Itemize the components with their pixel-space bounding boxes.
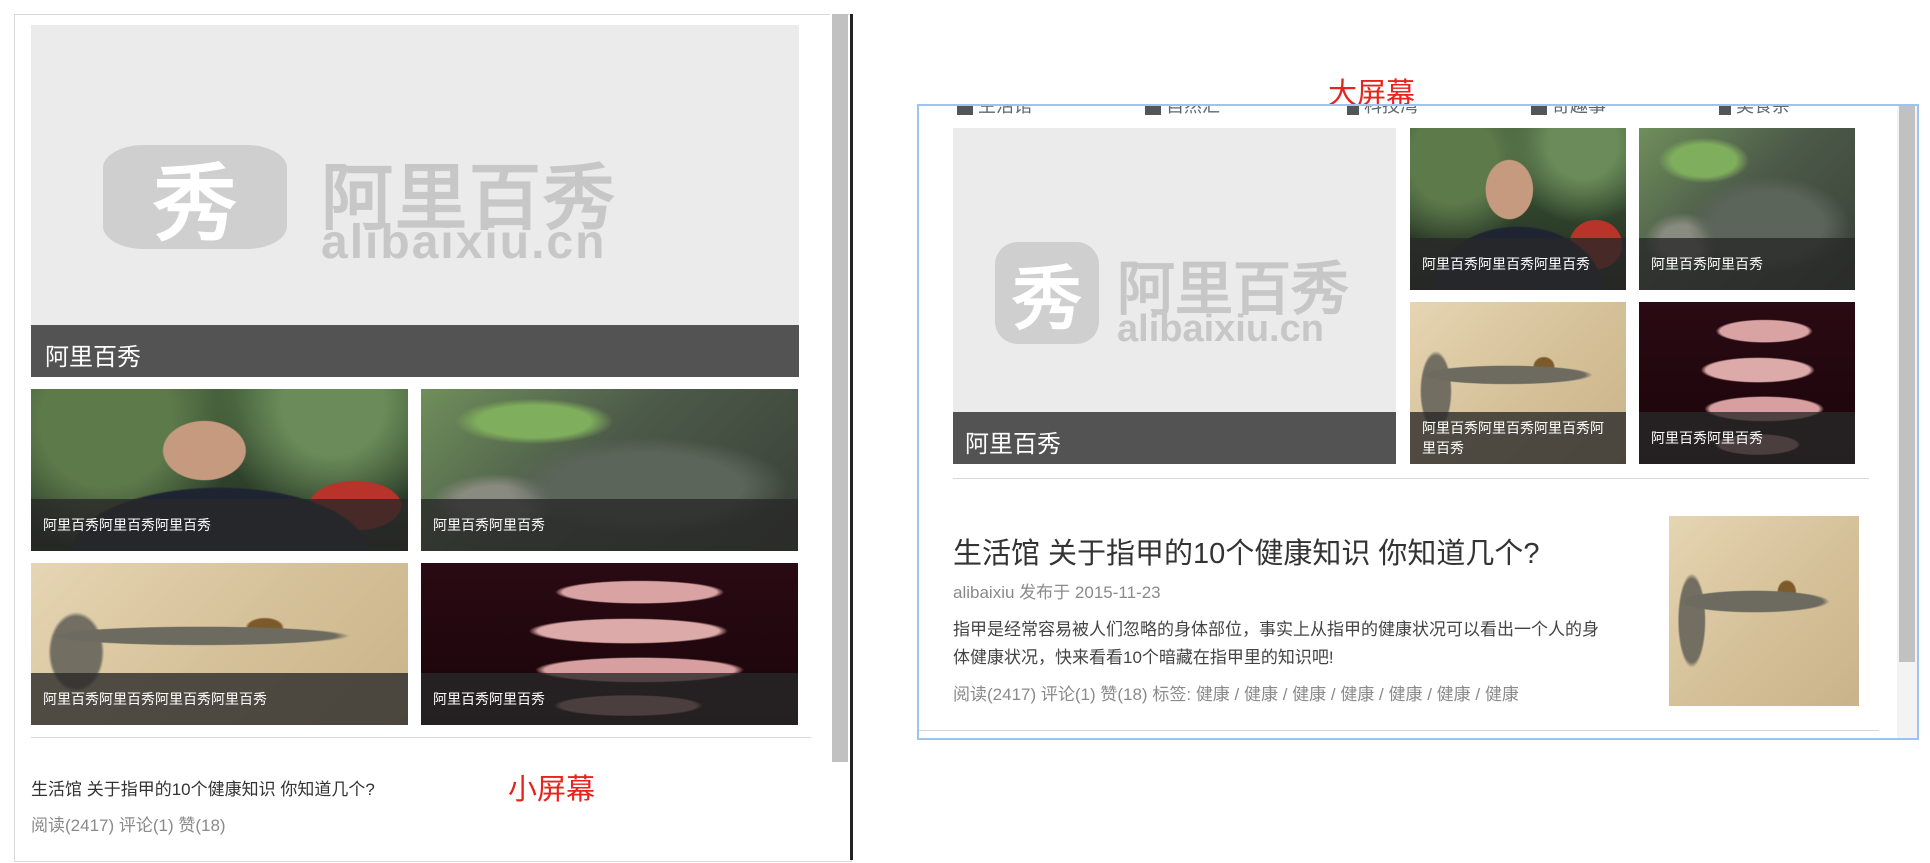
large-scrollbar-thumb[interactable] xyxy=(1899,106,1915,662)
logo-brand-en: alibaixiu.cn xyxy=(321,216,607,269)
article-stats: 阅读(2417) 评论(1) 赞(18) xyxy=(31,816,226,835)
logo-brand-en: alibaixiu.cn xyxy=(1117,308,1324,350)
divider xyxy=(919,730,1879,731)
small-screen-panel: 秀 阿里百秀 alibaixiu.cn 阿里百秀 阿里百秀阿里百秀阿里百秀 阿里… xyxy=(14,14,852,862)
excerpt-line: 指甲是经常容易被人们忽略的身体部位，事实上从指甲的健康状况可以看出一个人的身 xyxy=(953,620,1599,639)
featured-caption: 阿里百秀 xyxy=(953,412,1396,464)
published-label: 发布于 xyxy=(1019,583,1071,602)
tile-man-portrait[interactable]: 阿里百秀阿里百秀阿里百秀 xyxy=(31,389,408,551)
nav-icon xyxy=(1719,106,1731,116)
featured-logo-image[interactable]: 秀 阿里百秀 alibaixiu.cn 阿里百秀 xyxy=(31,25,799,377)
logo-emblem: 秀 xyxy=(103,145,287,253)
nav-item[interactable]: 奇趣事 xyxy=(1531,106,1606,116)
tile-caption: 阿里百秀阿里百秀 xyxy=(421,673,798,725)
tile-fingers[interactable]: 阿里百秀阿里百秀 xyxy=(421,563,798,725)
tile-snake[interactable]: 阿里百秀阿里百秀阿里百秀阿里百秀 xyxy=(1410,302,1626,464)
featured-caption: 阿里百秀 xyxy=(31,325,799,377)
tile-caption: 阿里百秀阿里百秀阿里百秀阿里百秀 xyxy=(1410,412,1626,464)
tags-label: 标签: xyxy=(1152,685,1192,704)
nav-icon xyxy=(1347,106,1359,116)
article-meta: alibaixiu 发布于 2015-11-23 xyxy=(953,578,1161,603)
tile-rock-landscape[interactable]: 阿里百秀阿里百秀 xyxy=(421,389,798,551)
nav-icon xyxy=(1145,106,1161,116)
nav-icon xyxy=(1531,106,1547,116)
tag-link[interactable]: 健康 xyxy=(1389,685,1423,704)
small-screen-label: 小屏幕 xyxy=(508,774,596,806)
tile-caption: 阿里百秀阿里百秀 xyxy=(1639,238,1855,290)
nav-icon xyxy=(957,106,973,116)
tag-link[interactable]: 健康 xyxy=(1437,685,1471,704)
tile-caption: 阿里百秀阿里百秀阿里百秀阿里百秀 xyxy=(31,673,408,725)
article-excerpt: 指甲是经常容易被人们忽略的身体部位，事实上从指甲的健康状况可以看出一个人的身 体… xyxy=(953,616,1653,672)
nav-item[interactable]: 自然汇 xyxy=(1145,106,1220,116)
tag-link[interactable]: 健康 xyxy=(1244,685,1278,704)
excerpt-line: 体健康状况，快来看看10个暗藏在指甲里的知识吧! xyxy=(953,648,1334,667)
article-author[interactable]: alibaixiu xyxy=(953,583,1014,602)
tile-caption: 阿里百秀阿里百秀 xyxy=(1639,412,1855,464)
article-stats-row: 阅读(2417) 评论(1) 赞(18) 标签: 健康 / 健康 / 健康 / … xyxy=(953,685,1519,704)
nav-item[interactable]: 生活馆 xyxy=(957,106,1032,116)
tile-caption: 阿里百秀阿里百秀 xyxy=(421,499,798,551)
tile-man-portrait[interactable]: 阿里百秀阿里百秀阿里百秀 xyxy=(1410,128,1626,290)
tag-link[interactable]: 健康 xyxy=(1340,685,1374,704)
tag-link[interactable]: 健康 xyxy=(1196,685,1230,704)
nav-item[interactable]: 美食杂 xyxy=(1719,106,1790,116)
large-screen-panel: 生活馆 自然汇 科技湾 奇趣事 美食杂 秀 阿里百秀 alibaixiu.cn … xyxy=(917,104,1919,740)
article-title[interactable]: 生活馆 关于指甲的10个健康知识 你知道几个? xyxy=(31,775,375,800)
tile-caption: 阿里百秀阿里百秀阿里百秀 xyxy=(31,499,408,551)
tile-caption: 阿里百秀阿里百秀阿里百秀 xyxy=(1410,238,1626,290)
tile-rock-landscape[interactable]: 阿里百秀阿里百秀 xyxy=(1639,128,1855,290)
tag-link[interactable]: 健康 xyxy=(1292,685,1326,704)
article-date: 2015-11-23 xyxy=(1074,583,1161,602)
featured-logo-image[interactable]: 秀 阿里百秀 alibaixiu.cn 阿里百秀 xyxy=(953,128,1396,464)
article-stats: 阅读(2417) 评论(1) 赞(18) xyxy=(953,685,1148,704)
divider xyxy=(953,478,1869,479)
tile-fingers[interactable]: 阿里百秀阿里百秀 xyxy=(1639,302,1855,464)
nav-item[interactable]: 科技湾 xyxy=(1347,106,1418,116)
small-window-edge xyxy=(850,14,853,860)
tile-snake[interactable]: 阿里百秀阿里百秀阿里百秀阿里百秀 xyxy=(31,563,408,725)
article-title[interactable]: 生活馆 关于指甲的10个健康知识 你知道几个? xyxy=(953,530,1540,572)
tag-link[interactable]: 健康 xyxy=(1485,685,1519,704)
logo-emblem: 秀 xyxy=(995,242,1099,344)
article-thumbnail[interactable] xyxy=(1669,516,1859,706)
divider xyxy=(31,737,811,738)
nav-bar: 生活馆 自然汇 科技湾 奇趣事 美食杂 xyxy=(919,106,1899,116)
small-scrollbar-thumb[interactable] xyxy=(832,14,848,762)
